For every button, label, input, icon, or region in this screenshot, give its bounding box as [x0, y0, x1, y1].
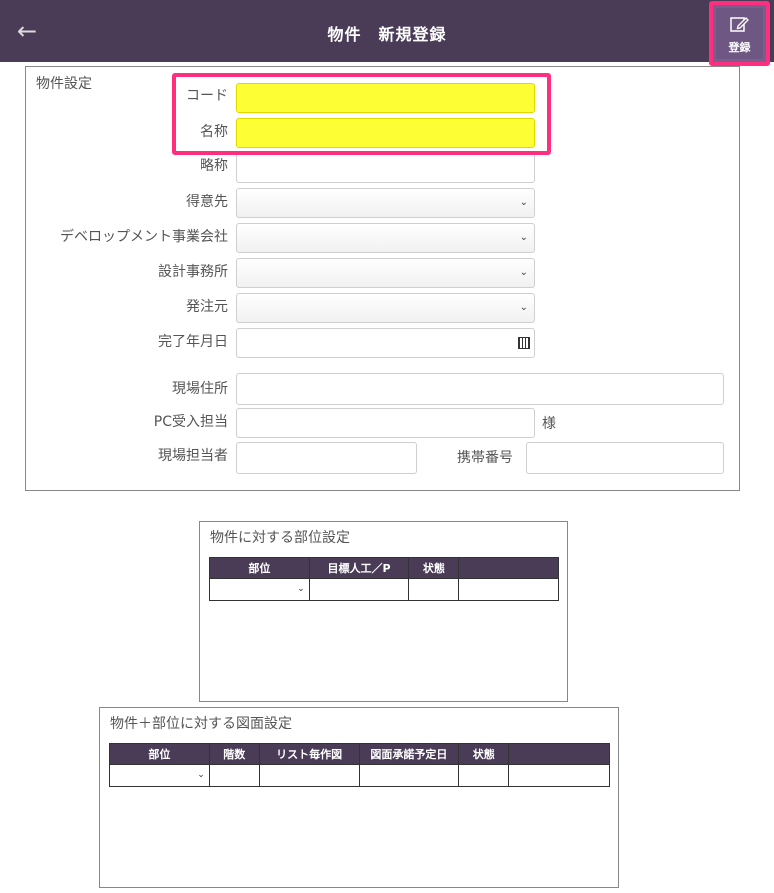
drawing-settings-title: 物件＋部位に対する図面設定	[110, 716, 292, 732]
abbreviation-label: 略称	[200, 158, 228, 174]
table-cell[interactable]	[358, 764, 460, 787]
column-header: 状態	[458, 743, 510, 765]
table-row: ⌄	[109, 764, 610, 787]
table-cell[interactable]	[458, 578, 559, 601]
page-title: 物件 新規登録	[327, 25, 447, 44]
edit-icon	[730, 17, 749, 32]
table-cell[interactable]	[408, 578, 460, 601]
completion-date-input[interactable]	[236, 328, 535, 358]
table-cell[interactable]	[508, 764, 610, 787]
customer-select[interactable]: ⌄	[236, 188, 535, 218]
table-cell[interactable]	[208, 764, 260, 787]
part-select-cell[interactable]: ⌄	[209, 578, 310, 601]
abbreviation-input[interactable]	[236, 153, 535, 183]
column-header: リスト毎作図	[258, 743, 360, 765]
mobile-number-input[interactable]	[526, 442, 724, 474]
part-settings-table: 部位 目標人工／P 状態 ⌄	[209, 557, 559, 601]
honorific-suffix: 様	[542, 416, 556, 432]
chevron-down-icon: ⌄	[297, 584, 305, 594]
customer-label: 得意先	[186, 194, 228, 210]
table-row: ⌄	[209, 578, 559, 601]
drawing-settings-table: 部位 階数 リスト毎作図 図面承諾予定日 状態 ⌄	[109, 743, 610, 787]
column-header: 図面承諾予定日	[358, 743, 460, 765]
chevron-down-icon: ⌄	[519, 197, 528, 208]
pc-receiver-label: PC受入担当	[153, 414, 228, 430]
drawing-settings-panel: 物件＋部位に対する図面設定 部位 階数 リスト毎作図 図面承諾予定日 状態 ⌄	[99, 707, 619, 888]
column-header: 階数	[208, 743, 260, 765]
design-office-select[interactable]: ⌄	[236, 258, 535, 288]
column-header: 目標人工／P	[308, 557, 410, 579]
column-header	[508, 743, 610, 765]
site-address-label: 現場住所	[172, 381, 228, 397]
site-address-input[interactable]	[236, 373, 724, 405]
register-button[interactable]: 登録	[709, 1, 770, 66]
part-settings-panel: 物件に対する部位設定 部位 目標人工／P 状態 ⌄	[199, 521, 568, 702]
required-fields-highlight	[172, 73, 551, 155]
chevron-down-icon: ⌄	[519, 267, 528, 278]
chevron-down-icon: ⌄	[197, 770, 205, 780]
column-header: 部位	[109, 743, 210, 765]
chevron-down-icon: ⌄	[519, 302, 528, 313]
top-bar: ← 物件 新規登録	[0, 0, 774, 62]
calendar-icon[interactable]	[518, 337, 530, 349]
column-header: 部位	[209, 557, 310, 579]
part-settings-title: 物件に対する部位設定	[210, 530, 350, 546]
column-header	[458, 557, 559, 579]
part-select-cell[interactable]: ⌄	[109, 764, 210, 787]
chevron-down-icon: ⌄	[519, 232, 528, 243]
table-cell[interactable]	[308, 578, 410, 601]
table-cell[interactable]	[258, 764, 360, 787]
orderer-select[interactable]: ⌄	[236, 293, 535, 323]
developer-select[interactable]: ⌄	[236, 223, 535, 253]
completion-date-label: 完了年月日	[158, 334, 228, 350]
design-office-label: 設計事務所	[158, 264, 228, 280]
mobile-number-label: 携帯番号	[457, 450, 513, 466]
table-header-row: 部位 階数 リスト毎作図 図面承諾予定日 状態	[109, 743, 610, 765]
table-cell[interactable]	[458, 764, 510, 787]
pc-receiver-input[interactable]	[236, 408, 535, 438]
table-header-row: 部位 目標人工／P 状態	[209, 557, 559, 579]
site-manager-label: 現場担当者	[158, 448, 228, 464]
orderer-label: 発注元	[186, 299, 228, 315]
site-manager-input[interactable]	[236, 442, 417, 474]
column-header: 状態	[408, 557, 460, 579]
developer-label: デベロップメント事業会社	[60, 229, 228, 245]
register-label: 登録	[728, 41, 751, 54]
